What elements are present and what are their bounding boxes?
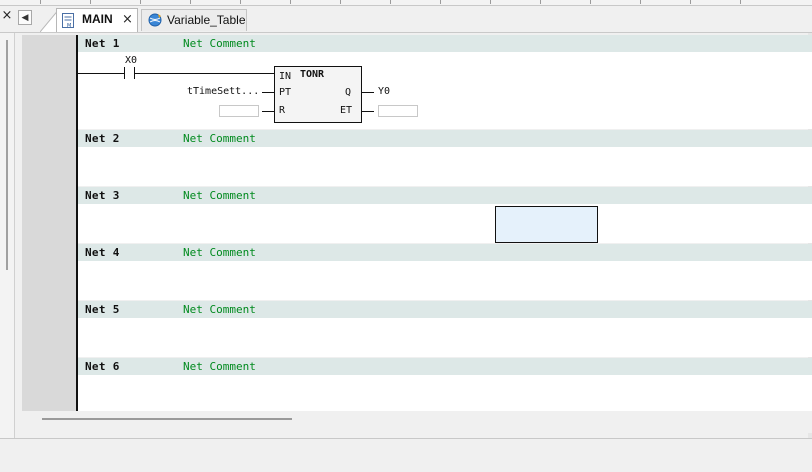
editor-gutter — [22, 35, 76, 411]
network-6-header[interactable]: Net 6 Net Comment — [78, 358, 812, 375]
q-variable[interactable]: Y0 — [378, 86, 390, 97]
network-6-comment[interactable]: Net Comment — [183, 360, 256, 373]
pt-input-wire — [262, 92, 274, 93]
network-2-comment[interactable]: Net Comment — [183, 132, 256, 145]
network-1-comment[interactable]: Net Comment — [183, 37, 256, 50]
pin-r: R — [279, 105, 286, 116]
pin-pt: PT — [279, 87, 292, 98]
network-1-label: Net 1 — [85, 37, 120, 50]
r-input-wire — [262, 111, 274, 112]
pin-et: ET — [340, 105, 353, 116]
network-3-body[interactable] — [78, 204, 812, 243]
horizontal-scrollbar[interactable] — [22, 411, 812, 433]
network-3-header[interactable]: Net 3 Net Comment — [78, 187, 812, 204]
selection-cursor[interactable] — [495, 206, 598, 243]
pin-in: IN — [279, 71, 292, 82]
network-3-label: Net 3 — [85, 189, 120, 202]
variable-table-globe-icon — [148, 13, 162, 27]
svg-text:M: M — [67, 23, 71, 28]
tonr-function-block[interactable]: IN TONR PT Q R ET — [274, 66, 362, 123]
horizontal-scrollbar-thumb[interactable] — [42, 418, 292, 420]
network-5-header[interactable]: Net 5 Net Comment — [78, 301, 812, 318]
contact-left-bar — [124, 67, 125, 79]
et-output-field[interactable] — [378, 105, 418, 117]
network-5-comment[interactable]: Net Comment — [183, 303, 256, 316]
network-2-body[interactable] — [78, 147, 812, 186]
close-tab-icon[interactable]: × — [122, 12, 133, 27]
network-4-comment[interactable]: Net Comment — [183, 246, 256, 259]
network-3-comment[interactable]: Net Comment — [183, 189, 256, 202]
r-input-field[interactable] — [219, 105, 259, 117]
network-4-label: Net 4 — [85, 246, 120, 259]
network-5-label: Net 5 — [85, 303, 120, 316]
contact-variable[interactable]: X0 — [125, 55, 137, 66]
ladder-diagram-icon: M — [62, 13, 74, 28]
tab-main[interactable]: M MAIN × — [56, 8, 138, 32]
network-4-body[interactable] — [78, 261, 812, 300]
pt-variable[interactable]: tTimeSett... — [187, 86, 259, 97]
network-4-header[interactable]: Net 4 Net Comment — [78, 244, 812, 261]
rung-wire — [78, 73, 124, 74]
q-output-wire — [362, 92, 374, 93]
block-name: TONR — [300, 69, 325, 80]
tab-variable-table-label: Variable_Table — [167, 13, 246, 27]
bottom-panel — [0, 438, 812, 472]
tab-variable-table[interactable]: Variable_Table — [141, 9, 247, 31]
vertical-scrollbar-thumb[interactable] — [6, 40, 8, 270]
rung-wire — [135, 73, 274, 74]
network-5-body[interactable] — [78, 318, 812, 357]
close-all-icon[interactable]: × — [1, 8, 13, 24]
network-6-label: Net 6 — [85, 360, 120, 373]
et-output-wire — [362, 111, 374, 112]
tab-scroll-left-button[interactable]: ◀ — [18, 10, 32, 25]
network-2-header[interactable]: Net 2 Net Comment — [78, 130, 812, 147]
network-1-header[interactable]: Net 1 Net Comment — [78, 35, 812, 52]
tab-main-label: MAIN — [82, 12, 113, 26]
pin-q: Q — [345, 87, 352, 98]
network-6-body[interactable] — [78, 375, 812, 411]
network-2-label: Net 2 — [85, 132, 120, 145]
